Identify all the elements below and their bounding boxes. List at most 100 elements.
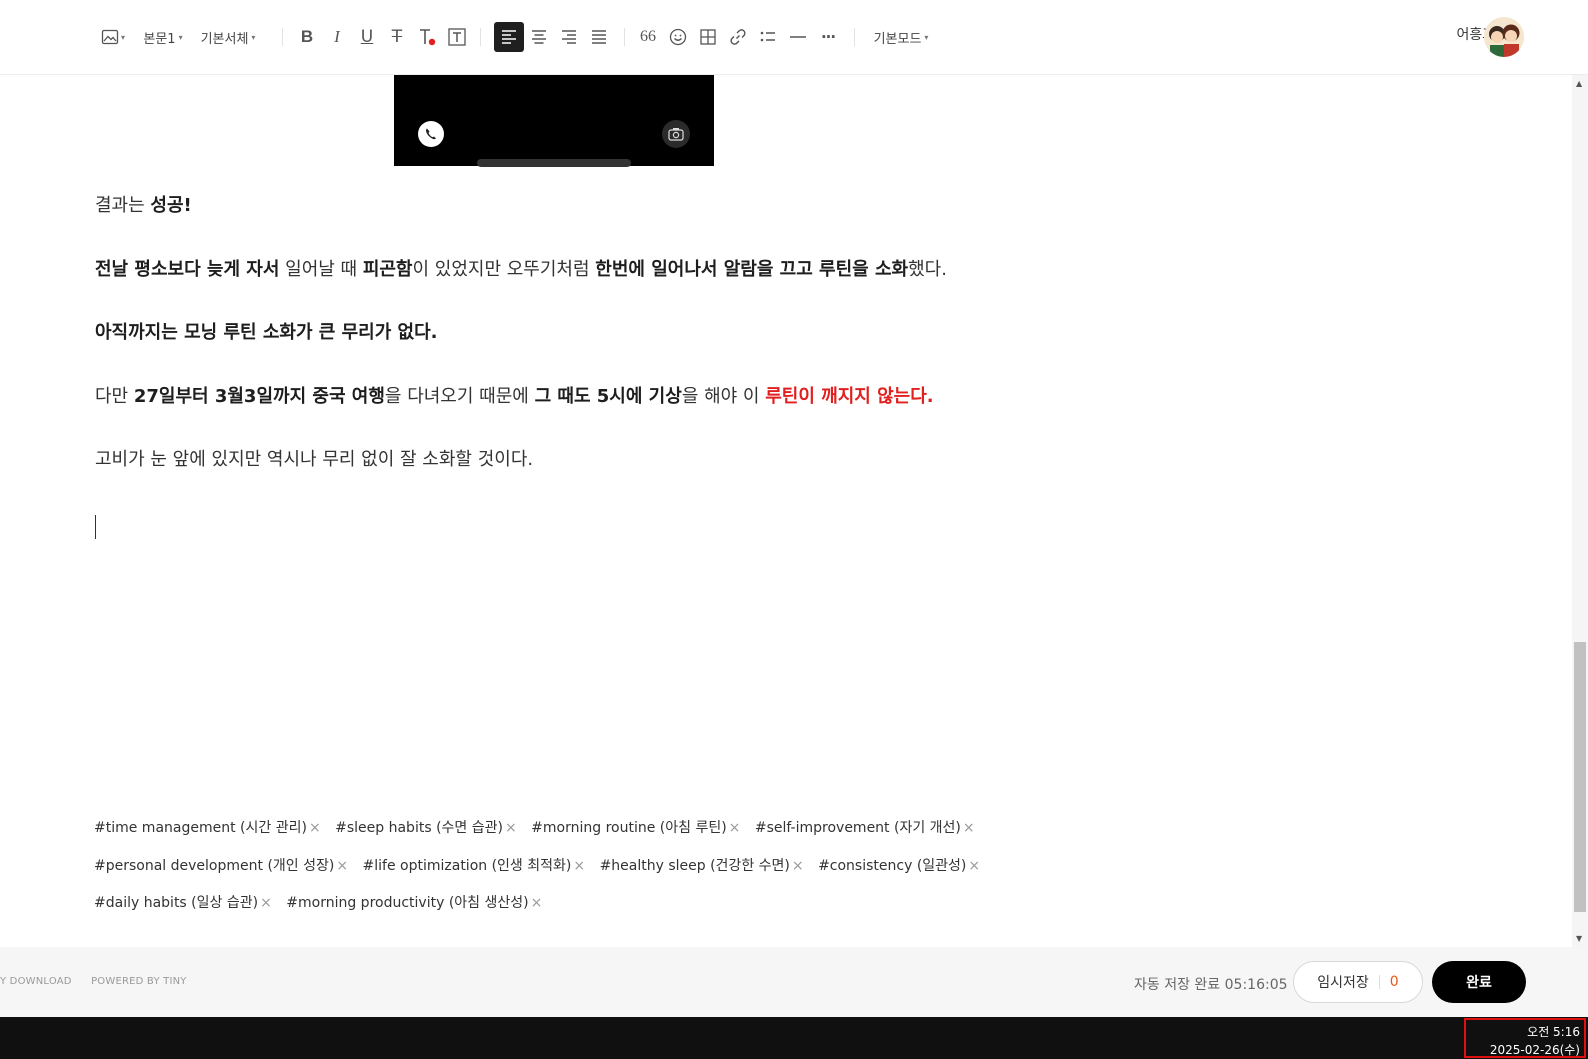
close-icon[interactable]: × — [573, 858, 585, 874]
underline-button[interactable]: U — [355, 22, 379, 52]
embedded-photo[interactable] — [394, 75, 714, 167]
align-justify-icon — [592, 30, 606, 44]
photo-home-bar — [477, 159, 631, 167]
font-dropdown[interactable]: 기본서체 ▾ — [196, 22, 260, 52]
footer-link[interactable]: POWERED BY TINY — [91, 976, 187, 987]
scroll-down-icon[interactable]: ▼ — [1576, 934, 1582, 943]
paragraph-5: 고비가 눈 앞에 있지만 역시나 무리 없이 잘 소화할 것이다. — [95, 449, 534, 470]
align-left-button[interactable] — [494, 22, 524, 52]
strikethrough-button[interactable]: T — [385, 22, 409, 52]
paragraph-3: 아직까지는 모닝 루틴 소화가 큰 무리가 없다. — [95, 322, 438, 343]
footer-links: Y DOWNLOAD POWERED BY TINY — [0, 976, 203, 987]
more-button[interactable]: ··· — [816, 22, 840, 52]
toolbar-divider — [480, 28, 481, 46]
draft-count-badge[interactable]: 0 — [1378, 975, 1399, 989]
close-icon[interactable]: × — [963, 820, 975, 836]
clock-date: 2025-02-26(수) — [1489, 1043, 1580, 1057]
save-draft-label: 임시저장 — [1317, 975, 1369, 991]
bullet-list-icon — [760, 31, 775, 42]
image-insert-button[interactable]: ▾ — [96, 22, 130, 52]
image-icon — [101, 29, 119, 45]
editor-footer: Y DOWNLOAD POWERED BY TINY 자동 저장 완료 05:1… — [0, 947, 1588, 1017]
close-icon[interactable]: × — [792, 858, 804, 874]
link-icon — [730, 29, 746, 45]
underline-icon: U — [360, 27, 374, 47]
tag-item[interactable]: #personal development (개인 성장) × — [94, 855, 348, 875]
tag-item[interactable]: #life optimization (인생 최적화) × — [363, 855, 586, 875]
paragraph-1: 결과는 성공! — [95, 195, 192, 216]
list-button[interactable] — [756, 22, 780, 52]
paragraph-style-dropdown[interactable]: 본문1 ▾ — [140, 22, 186, 52]
more-icon: ··· — [820, 28, 836, 46]
link-button[interactable] — [726, 22, 750, 52]
italic-button[interactable]: I — [325, 22, 349, 52]
taskbar-clock[interactable]: 오전 5:16 2025-02-26(수) — [1464, 1018, 1586, 1058]
avatar-image — [1484, 17, 1524, 57]
phone-call-icon — [418, 121, 444, 147]
quote-button[interactable]: 66 — [636, 22, 660, 52]
taskbar: 오전 5:16 2025-02-26(수) — [0, 1017, 1588, 1059]
footer-link[interactable]: Y DOWNLOAD — [0, 976, 72, 987]
text-cursor — [95, 515, 96, 539]
horizontal-line-button[interactable] — [786, 22, 810, 52]
tag-row-1: #time management (시간 관리) × #sleep habits … — [94, 817, 985, 837]
align-center-icon — [532, 30, 546, 44]
save-draft-button[interactable]: 임시저장 0 — [1293, 961, 1423, 1003]
chevron-down-icon: ▾ — [924, 32, 929, 42]
toolbar-divider — [624, 28, 625, 46]
bold-icon: B — [300, 27, 314, 46]
align-center-button[interactable] — [526, 22, 552, 52]
publish-button[interactable]: 완료 — [1432, 961, 1526, 1003]
italic-icon: I — [334, 27, 340, 46]
align-right-icon — [562, 30, 576, 44]
chevron-down-icon: ▾ — [251, 32, 256, 42]
text-background-icon — [448, 28, 466, 46]
tag-item[interactable]: #consistency (일관성) × — [818, 855, 980, 875]
font-label: 기본서체 — [200, 31, 249, 47]
quote-icon: 66 — [640, 28, 656, 45]
tag-row-3: #daily habits (일상 습관) × #morning producti… — [94, 892, 552, 912]
avatar[interactable] — [1484, 17, 1524, 57]
clock-time: 오전 5:16 — [1527, 1025, 1580, 1039]
toolbar-divider — [282, 28, 283, 46]
align-justify-button[interactable] — [586, 22, 612, 52]
tag-item[interactable]: #sleep habits (수면 습관) × — [335, 817, 517, 837]
text-background-button[interactable] — [445, 22, 469, 52]
close-icon[interactable]: × — [531, 895, 543, 911]
close-icon[interactable]: × — [309, 820, 321, 836]
tag-item[interactable]: #morning routine (아침 루틴) × — [531, 817, 740, 837]
close-icon[interactable]: × — [505, 820, 517, 836]
close-icon[interactable]: × — [260, 895, 272, 911]
camera-icon — [662, 120, 690, 148]
editor-content[interactable]: 결과는 성공! 전날 평소보다 늦게 자서 일어날 때 피곤함이 있었지만 오뚜… — [0, 75, 1572, 947]
editor-mode-label: 기본모드 — [873, 31, 922, 47]
tag-item[interactable]: #daily habits (일상 습관) × — [94, 892, 272, 912]
close-icon[interactable]: × — [968, 858, 980, 874]
tag-item[interactable]: #time management (시간 관리) × — [94, 817, 321, 837]
vertical-scrollbar[interactable]: ▲ ▼ — [1572, 75, 1588, 947]
scrollbar-thumb[interactable] — [1574, 642, 1586, 912]
close-icon[interactable]: × — [729, 820, 741, 836]
editor-toolbar: ▾ 본문1 ▾ 기본서체 ▾ B I U T 66 ··· 기본모드 ▾ 어흥꼬… — [0, 0, 1588, 75]
scroll-up-icon[interactable]: ▲ — [1576, 79, 1582, 88]
bold-button[interactable]: B — [295, 22, 319, 52]
smiley-icon — [669, 28, 687, 46]
strikethrough-icon: T — [391, 27, 403, 47]
sticker-button[interactable] — [666, 22, 690, 52]
text-color-button[interactable] — [415, 22, 439, 52]
horizontal-line-icon — [790, 36, 806, 38]
autosave-status: 자동 저장 완료 05:16:05 — [1134, 977, 1288, 993]
table-button[interactable] — [696, 22, 720, 52]
align-left-icon — [502, 30, 516, 44]
paragraph-2: 전날 평소보다 늦게 자서 일어날 때 피곤함이 있었지만 오뚜기처럼 한번에 … — [95, 259, 947, 280]
tag-item[interactable]: #self-improvement (자기 개선) × — [755, 817, 975, 837]
close-icon[interactable]: × — [336, 858, 348, 874]
editor-mode-dropdown[interactable]: 기본모드 ▾ — [870, 22, 932, 52]
chevron-down-icon: ▾ — [178, 32, 183, 42]
tag-item[interactable]: #healthy sleep (건강한 수면) × — [600, 855, 804, 875]
tag-item[interactable]: #morning productivity (아침 생산성) × — [286, 892, 542, 912]
table-icon — [700, 29, 716, 45]
toolbar-divider — [854, 28, 855, 46]
paragraph-style-label: 본문1 — [143, 31, 176, 47]
align-right-button[interactable] — [556, 22, 582, 52]
